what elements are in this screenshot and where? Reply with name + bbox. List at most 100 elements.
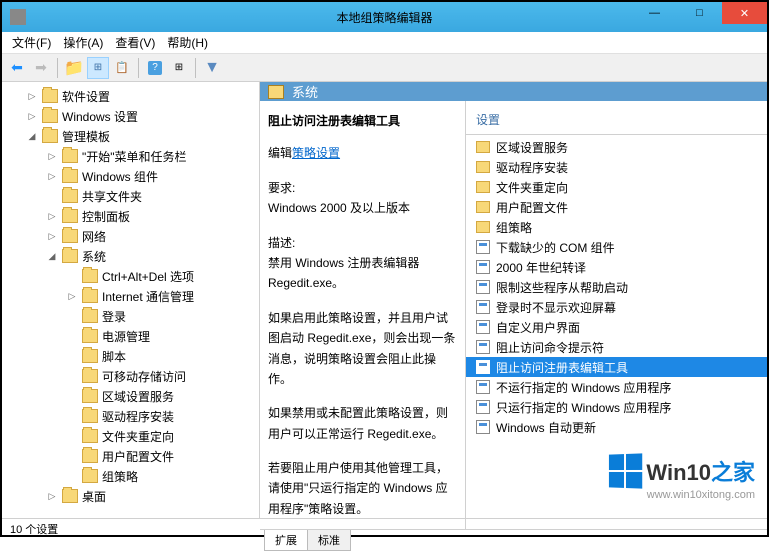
tree-panel[interactable]: ▷软件设置▷Windows 设置◢管理模板▷"开始"菜单和任务栏▷Windows…: [2, 82, 260, 518]
forward-button: ➡: [30, 57, 52, 79]
tree-node[interactable]: ▷ Windows 组件: [2, 166, 259, 186]
maximize-button[interactable]: □: [677, 2, 722, 24]
list-item[interactable]: 阻止访问命令提示符: [466, 337, 767, 357]
expand-icon[interactable]: ▷: [46, 231, 58, 242]
list-column-header[interactable]: 设置: [466, 107, 767, 132]
filter-button[interactable]: ▼: [201, 57, 223, 79]
close-button[interactable]: ✕: [722, 2, 767, 24]
tree-node[interactable]: ▷ 网络: [2, 226, 259, 246]
list-item[interactable]: Windows 自动更新: [466, 417, 767, 437]
properties-button[interactable]: ⊞: [168, 57, 190, 79]
export-button[interactable]: 📋: [111, 57, 133, 79]
settings-list[interactable]: 设置 区域设置服务驱动程序安装文件夹重定向用户配置文件组策略下载缺少的 COM …: [466, 101, 767, 529]
expand-icon[interactable]: ◢: [26, 131, 38, 142]
expand-icon[interactable]: ▷: [46, 491, 58, 502]
folder-icon: [62, 229, 78, 243]
policy-icon: [476, 340, 490, 354]
list-item[interactable]: 文件夹重定向: [466, 177, 767, 197]
tree-node[interactable]: ◢系统: [2, 246, 259, 266]
toolbar-divider: [57, 58, 58, 78]
list-item[interactable]: 登录时不显示欢迎屏幕: [466, 297, 767, 317]
tree-node[interactable]: ▷"开始"菜单和任务栏: [2, 146, 259, 166]
tree-node[interactable]: 文件夹重定向: [2, 426, 259, 446]
show-tree-button[interactable]: ⊞: [87, 57, 109, 79]
tree-node[interactable]: ▷ Windows 设置: [2, 106, 259, 126]
requirements-value: Windows 2000 及以上版本: [268, 198, 457, 218]
list-item[interactable]: 不运行指定的 Windows 应用程序: [466, 377, 767, 397]
tree-node[interactable]: 电源管理: [2, 326, 259, 346]
policy-icon: [476, 320, 490, 334]
tree-label: Windows 组件: [82, 168, 158, 185]
tab-standard[interactable]: 标准: [307, 530, 351, 551]
menu-view[interactable]: 查看(V): [109, 32, 161, 53]
tree-label: 网络: [82, 228, 106, 245]
folder-icon: [82, 429, 98, 443]
app-icon: [10, 9, 26, 25]
expand-icon[interactable]: ▷: [46, 211, 58, 222]
tree-node[interactable]: Ctrl+Alt+Del 选项: [2, 266, 259, 286]
description-p3: 如果禁用或未配置此策略设置，则用户可以正常运行 Regedit.exe。: [268, 403, 457, 444]
help-button[interactable]: ?: [144, 57, 166, 79]
list-item-label: 限制这些程序从帮助启动: [496, 279, 628, 296]
tree-label: 共享文件夹: [82, 188, 142, 205]
list-item[interactable]: 下载缺少的 COM 组件: [466, 237, 767, 257]
list-item-label: 不运行指定的 Windows 应用程序: [496, 379, 671, 396]
edit-policy-link[interactable]: 策略设置: [292, 146, 340, 160]
minimize-button[interactable]: —: [632, 2, 677, 24]
list-item[interactable]: 限制这些程序从帮助启动: [466, 277, 767, 297]
tree-node[interactable]: ▷控制面板: [2, 206, 259, 226]
expand-icon[interactable]: ◢: [46, 251, 58, 262]
list-item[interactable]: 阻止访问注册表编辑工具: [466, 357, 767, 377]
list-item[interactable]: 驱动程序安装: [466, 157, 767, 177]
expand-icon[interactable]: ▷: [26, 111, 38, 122]
tree-node[interactable]: ▷Internet 通信管理: [2, 286, 259, 306]
up-button[interactable]: 📁: [63, 57, 85, 79]
tree-node[interactable]: 登录: [2, 306, 259, 326]
tree-label: Windows 设置: [62, 108, 138, 125]
list-item[interactable]: 只运行指定的 Windows 应用程序: [466, 397, 767, 417]
content-split: 阻止访问注册表编辑工具 编辑策略设置 要求: Windows 2000 及以上版…: [260, 101, 767, 529]
folder-icon: [62, 209, 78, 223]
tree-label: 脚本: [102, 348, 126, 365]
tree-node[interactable]: 区域设置服务: [2, 386, 259, 406]
expand-icon[interactable]: ▷: [66, 291, 78, 302]
list-item[interactable]: 2000 年世纪转译: [466, 257, 767, 277]
folder-icon: [476, 181, 490, 193]
panel-header: 系统: [260, 82, 767, 101]
tree-node[interactable]: ◢ 管理模板: [2, 126, 259, 146]
tree-node[interactable]: 脚本: [2, 346, 259, 366]
policy-icon: [476, 280, 490, 294]
tree-label: 驱动程序安装: [102, 408, 174, 425]
menu-help[interactable]: 帮助(H): [161, 32, 214, 53]
expand-icon[interactable]: ▷: [46, 171, 58, 182]
folder-icon: [82, 269, 98, 283]
expand-icon[interactable]: ▷: [26, 91, 38, 102]
tree-node[interactable]: ▷软件设置: [2, 86, 259, 106]
back-button[interactable]: ⬅: [6, 57, 28, 79]
list-item-label: 2000 年世纪转译: [496, 259, 586, 276]
menu-file[interactable]: 文件(F): [6, 32, 57, 53]
tree-node[interactable]: 共享文件夹: [2, 186, 259, 206]
tree-node[interactable]: 组策略: [2, 466, 259, 486]
expand-icon[interactable]: ▷: [46, 151, 58, 162]
folder-icon: [82, 369, 98, 383]
tab-extended[interactable]: 扩展: [264, 530, 308, 551]
list-item-label: 下载缺少的 COM 组件: [496, 239, 615, 256]
view-tabs: 扩展 标准: [260, 529, 767, 551]
folder-icon: [82, 329, 98, 343]
policy-icon: [476, 240, 490, 254]
tree-node[interactable]: ▷桌面: [2, 486, 259, 506]
list-item[interactable]: 组策略: [466, 217, 767, 237]
requirements-label: 要求:: [268, 178, 457, 198]
list-item[interactable]: 自定义用户界面: [466, 317, 767, 337]
right-panel: 系统 阻止访问注册表编辑工具 编辑策略设置 要求: Windows 2000 及…: [260, 82, 767, 518]
tree-node[interactable]: 用户配置文件: [2, 446, 259, 466]
tree-node[interactable]: 可移动存储访问: [2, 366, 259, 386]
list-item[interactable]: 区域设置服务: [466, 137, 767, 157]
tree-label: 管理模板: [62, 128, 110, 145]
tree-label: 文件夹重定向: [102, 428, 174, 445]
window-title: 本地组策略编辑器: [336, 9, 432, 26]
menu-action[interactable]: 操作(A): [57, 32, 109, 53]
tree-node[interactable]: 驱动程序安装: [2, 406, 259, 426]
list-item[interactable]: 用户配置文件: [466, 197, 767, 217]
